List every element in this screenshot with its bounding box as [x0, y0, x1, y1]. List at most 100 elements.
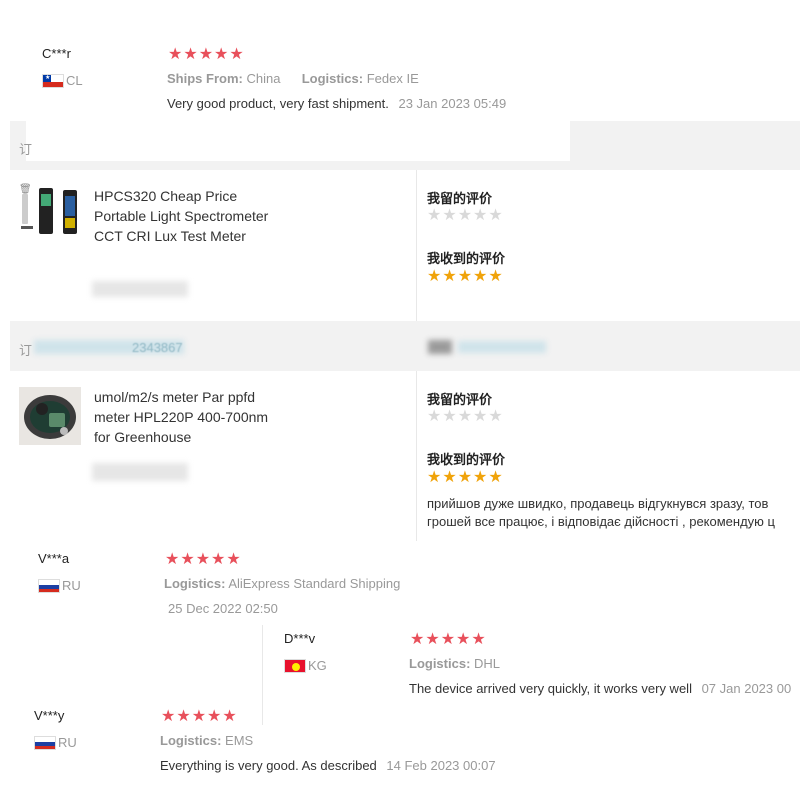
flag-kg-icon: [284, 658, 306, 673]
shipping-meta: Logistics: EMS: [160, 733, 253, 748]
review-date: 23 Jan 2023 05:49: [398, 96, 507, 111]
shipping-meta: Logistics: AliExpress Standard Shipping: [164, 576, 400, 591]
review-text: The device arrived very quickly, it work…: [409, 681, 791, 696]
received-review-label: 我收到的评价: [427, 452, 506, 467]
blurred-price: [92, 281, 188, 297]
review-body: The device arrived very quickly, it work…: [409, 681, 692, 696]
column-divider: [416, 371, 417, 541]
received-review-label: 我收到的评价: [427, 251, 506, 266]
star-icon[interactable]: ★: [427, 208, 441, 224]
received-review-text-line2: грошей все працює, і відповідає дійсност…: [427, 514, 775, 529]
reviewer-country: ★ CL: [42, 73, 83, 88]
star-icon: ★: [442, 268, 457, 285]
star-icon: ★: [471, 631, 486, 648]
star-icon: ★: [457, 268, 473, 285]
star-icon: ★: [222, 708, 237, 725]
logistics-label: Logistics:: [160, 733, 222, 748]
star-icon: ★: [198, 46, 214, 63]
star-icon: ★: [457, 469, 473, 486]
reviewer-country: RU: [34, 735, 77, 750]
country-code: CL: [66, 73, 83, 88]
logistics-label: Logistics:: [164, 576, 226, 591]
star-icon: ★: [488, 268, 503, 285]
star-icon: ★: [427, 469, 442, 486]
received-review-text-line1: прийшов дуже швидко, продавець відгукнув…: [427, 496, 769, 511]
country-code: RU: [62, 578, 81, 593]
star-icon[interactable]: ★: [473, 208, 487, 224]
reviewer-country: KG: [284, 658, 327, 673]
reviewer-country: RU: [38, 578, 81, 593]
star-icon: ★: [165, 551, 180, 568]
my-rating-stars[interactable]: ★ ★ ★ ★ ★: [427, 409, 503, 425]
star-icon: ★: [473, 469, 488, 486]
rating-stars: ★ ★ ★ ★ ★: [168, 47, 244, 63]
logistics-label: Logistics:: [301, 71, 364, 86]
my-rating-stars[interactable]: ★ ★ ★ ★ ★: [427, 208, 503, 224]
star-icon: ★: [456, 631, 471, 648]
star-icon: ★: [425, 631, 440, 648]
star-icon: ★: [191, 708, 207, 725]
logistics-label: Logistics:: [409, 656, 471, 671]
star-icon: ★: [488, 469, 503, 486]
rating-stars: ★ ★ ★ ★ ★: [161, 709, 237, 725]
star-icon[interactable]: ★: [488, 208, 502, 224]
country-code: RU: [58, 735, 77, 750]
star-icon: ★: [442, 469, 457, 486]
order-number-fragment: 2343867: [132, 340, 183, 355]
received-rating-stars: ★ ★ ★ ★ ★: [427, 470, 503, 486]
order-label: 订: [19, 343, 33, 358]
review-text: Everything is very good. As described 14…: [160, 758, 496, 773]
star-icon: ★: [161, 708, 176, 725]
order-label: 订: [19, 142, 33, 157]
my-review-label: 我留的评价: [427, 392, 493, 407]
star-icon: ★: [473, 268, 488, 285]
product-title[interactable]: umol/m2/s meter Par ppfd meter HPL220P 4…: [94, 387, 274, 447]
column-divider: [416, 170, 417, 321]
star-icon: ★: [176, 708, 191, 725]
my-review-label: 我留的评价: [427, 191, 493, 206]
star-icon[interactable]: ★: [427, 409, 441, 425]
flag-ru-icon: [38, 578, 60, 593]
review-date: 25 Dec 2022 02:50: [168, 601, 278, 616]
review-date: 07 Jan 2023 00: [701, 681, 792, 696]
star-icon: ★: [410, 631, 425, 648]
star-icon: ★: [180, 551, 195, 568]
star-icon[interactable]: ★: [442, 208, 456, 224]
blurred-store-icon: [428, 340, 452, 354]
received-rating-stars: ★ ★ ★ ★ ★: [427, 269, 503, 285]
review-date: 14 Feb 2023 00:07: [386, 758, 496, 773]
review-body: Very good product, very fast shipment.: [167, 96, 389, 111]
star-icon: ★: [226, 551, 241, 568]
rating-stars: ★ ★ ★ ★ ★: [410, 632, 486, 648]
product-image[interactable]: [19, 387, 81, 445]
reviewer-name: V***y: [34, 708, 65, 723]
star-icon: ★: [211, 551, 226, 568]
flag-cl-icon: ★: [42, 73, 64, 88]
product-image[interactable]: [19, 186, 81, 242]
star-icon: ★: [440, 631, 456, 648]
flag-ru-icon: [34, 735, 56, 750]
reviewer-name: D***v: [284, 631, 316, 646]
star-icon: ★: [427, 268, 442, 285]
logistics-value: DHL: [474, 656, 501, 671]
star-icon: ★: [207, 708, 222, 725]
logistics-value: Fedex IE: [366, 71, 419, 86]
star-icon[interactable]: ★: [458, 208, 472, 224]
blurred-price: [92, 463, 188, 481]
product-title[interactable]: HPCS320 Cheap Price Portable Light Spect…: [94, 186, 274, 246]
nested-divider: [262, 625, 263, 725]
logistics-value: AliExpress Standard Shipping: [228, 576, 401, 591]
shipping-meta: Logistics: DHL: [409, 656, 500, 671]
reviewer-name: C***r: [42, 46, 71, 61]
star-icon[interactable]: ★: [442, 409, 456, 425]
rating-stars: ★ ★ ★ ★ ★: [165, 552, 241, 568]
shipping-meta: Ships From: China Logistics: Fedex IE: [167, 71, 419, 86]
logistics-value: EMS: [225, 733, 254, 748]
star-icon: ★: [195, 551, 211, 568]
reviewer-name: V***a: [38, 551, 70, 566]
star-icon[interactable]: ★: [473, 409, 487, 425]
review-body: Everything is very good. As described: [160, 758, 377, 773]
overlay-white-card: [26, 121, 570, 161]
star-icon[interactable]: ★: [488, 409, 502, 425]
star-icon[interactable]: ★: [458, 409, 472, 425]
